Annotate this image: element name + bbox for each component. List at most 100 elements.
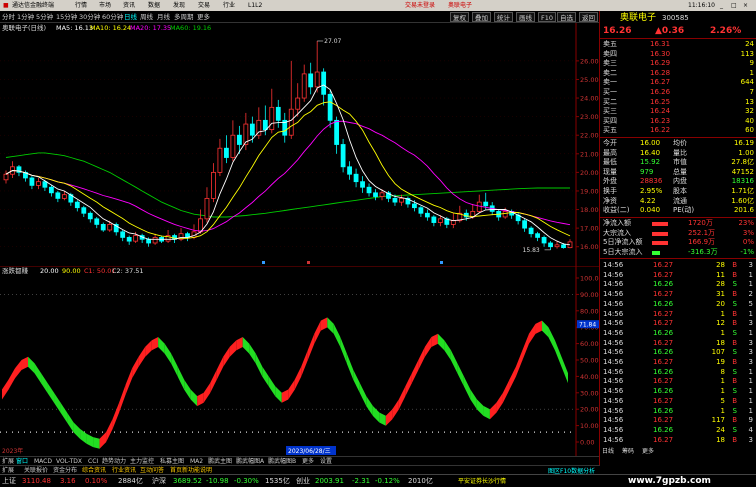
event-marker[interactable]: [440, 261, 443, 264]
bid-row[interactable]: 买一 16.26 7: [600, 88, 756, 98]
tick-volume: 1: [720, 309, 725, 318]
tick-time: 14:56: [603, 416, 624, 425]
candle-body: [262, 119, 268, 131]
menu-data[interactable]: 数据: [148, 0, 160, 11]
flow-row[interactable]: 大宗流入 252.1万 3%: [600, 229, 756, 239]
price-tick-label: 17.00: [580, 225, 599, 233]
candle-body: [373, 192, 378, 197]
ask-row[interactable]: 卖二 16.28 1: [600, 69, 756, 79]
sh-label[interactable]: 上证: [2, 475, 16, 487]
period-monthly[interactable]: 月线: [157, 11, 170, 23]
bid-row[interactable]: 买五 16.22 60: [600, 126, 756, 136]
flow-row[interactable]: 净流入额 1720万 23%: [600, 219, 756, 229]
date-label: 2023/06/28/三: [288, 448, 331, 455]
panel-tab-more[interactable]: 更多: [642, 447, 654, 457]
menu-l1l2[interactable]: L1L2: [248, 0, 262, 11]
ask-row[interactable]: 卖一 16.27 644: [600, 78, 756, 88]
sz-label[interactable]: 沪深: [152, 475, 166, 487]
bid-row[interactable]: 买三 16.24 32: [600, 107, 756, 117]
close-icon[interactable]: ×: [743, 0, 748, 11]
candle-body: [217, 147, 223, 173]
panel-tab-chips[interactable]: 筹码: [622, 447, 634, 457]
ind-tick-label: 20.00: [580, 406, 599, 414]
flow-bar: [652, 241, 668, 246]
period-1min[interactable]: 1分钟: [17, 11, 34, 23]
flow-bar: [652, 250, 660, 255]
level-price: 16.23: [650, 116, 671, 125]
period-30min[interactable]: 30分钟: [79, 11, 100, 23]
period-weekly[interactable]: 周线: [140, 11, 153, 23]
menu-trade[interactable]: 交易: [198, 0, 210, 11]
level-price: 16.29: [650, 59, 671, 68]
menu-market[interactable]: 市场: [99, 0, 111, 11]
tick-count: 5: [748, 299, 753, 308]
stat-row: 现量 979 总量 47152: [600, 168, 756, 178]
sh-value: 3110.48: [22, 477, 51, 485]
login-notice[interactable]: 交易未登录: [405, 0, 435, 11]
stat-label: 现量: [603, 167, 617, 176]
bid-row[interactable]: 买二 16.25 13: [600, 98, 756, 108]
period-15min[interactable]: 15分钟: [56, 11, 77, 23]
tick-volume: 18: [716, 338, 725, 347]
tick-row: 14:56 16.27 18 B 3: [600, 339, 756, 349]
price-tick-label: 21.00: [580, 150, 599, 158]
period-5min[interactable]: 5分钟: [36, 11, 53, 23]
candle-body: [48, 186, 54, 194]
stock-tag[interactable]: 奥联电子: [448, 0, 472, 11]
tick-side: S: [732, 328, 737, 337]
period-daily[interactable]: 日线: [124, 11, 137, 23]
flow-row[interactable]: 5日净流入额 166.9万 0%: [600, 238, 756, 248]
event-marker[interactable]: [262, 261, 265, 264]
tick-side: S: [732, 299, 737, 308]
ask-row[interactable]: 卖五 16.31 24: [600, 40, 756, 50]
cy-change: -2.31: [352, 477, 371, 485]
tick-price: 16.26: [653, 299, 674, 308]
level-volume: 40: [745, 116, 754, 125]
f10-hint[interactable]: 图区F10数据分析: [548, 466, 595, 475]
watchlist-button[interactable]: 自选: [557, 12, 576, 22]
stat-label: 今开: [603, 139, 617, 147]
flow-bar: [652, 231, 668, 236]
back-button[interactable]: 返回: [579, 12, 598, 22]
tick-price: 16.26: [653, 406, 674, 415]
adjust-button[interactable]: 复权: [450, 12, 469, 22]
period-multi[interactable]: 多周期: [174, 11, 194, 23]
candle-body: [204, 197, 210, 220]
tick-row: 14:56 16.27 1 B 1: [600, 377, 756, 387]
menu-news[interactable]: 资讯: [123, 0, 135, 11]
tick-price: 16.26: [653, 387, 674, 396]
level-price: 16.24: [650, 107, 671, 116]
overlay-button[interactable]: 叠加: [472, 12, 491, 22]
indicator-chart[interactable]: 100.0090.0080.0070.0060.0050.0040.0030.0…: [0, 266, 599, 456]
status-message[interactable]: 平安证券长沙行情: [458, 475, 506, 487]
stat-label: 股本: [673, 187, 687, 195]
event-marker[interactable]: [307, 261, 310, 264]
level-label: 卖五: [603, 40, 617, 48]
bid-row[interactable]: 买四 16.23 40: [600, 117, 756, 127]
ask-row[interactable]: 卖四 16.30 113: [600, 50, 756, 60]
price-chart[interactable]: 26.00 25.00 24.00 23.00 22.00 21.00 20.00 19.00…: [0, 23, 599, 266]
period-more[interactable]: 更多: [197, 11, 210, 23]
tick-row: 14:56 16.26 24 S 4: [600, 426, 756, 436]
minimize-icon[interactable]: _: [720, 0, 723, 11]
level-price: 16.28: [650, 68, 671, 77]
cy-label[interactable]: 创业: [296, 475, 310, 487]
level-price: 16.25: [650, 97, 671, 106]
menu-discover[interactable]: 发现: [173, 0, 185, 11]
period-timeshare[interactable]: 分时: [2, 11, 15, 23]
maximize-icon[interactable]: □: [731, 0, 737, 11]
period-60min[interactable]: 60分钟: [102, 11, 123, 23]
flow-row[interactable]: 5日大宗流入 -316.3万 -1%: [600, 248, 756, 258]
panel-tab-daily[interactable]: 日线: [602, 447, 614, 457]
tick-count: 1: [748, 309, 753, 318]
tick-count: 1: [748, 396, 753, 405]
draw-button[interactable]: 画线: [516, 12, 535, 22]
menu-industry[interactable]: 行业: [223, 0, 235, 11]
tick-count: 1: [748, 270, 753, 279]
f10-button[interactable]: F10: [538, 12, 557, 22]
stats-button[interactable]: 统计: [494, 12, 513, 22]
ask-row[interactable]: 卖三 16.29 9: [600, 59, 756, 69]
quote-price-row: 16.26 ▲0.36 2.26%: [600, 25, 756, 37]
ind-tick-label: 50.00: [580, 357, 599, 365]
menu-quotes[interactable]: 行情: [75, 0, 87, 11]
